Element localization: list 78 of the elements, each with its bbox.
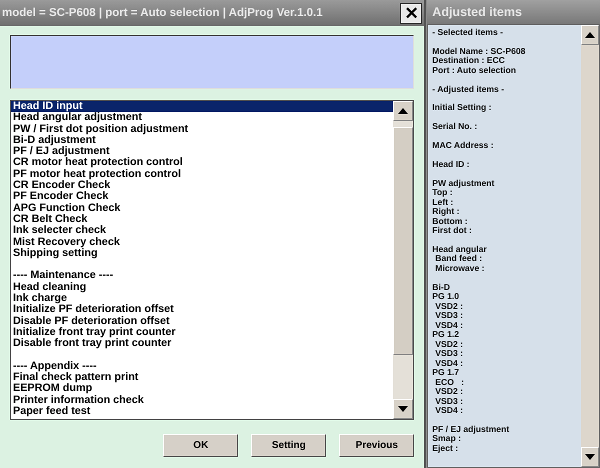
scroll-down-button[interactable] — [393, 399, 414, 419]
list-heading: ---- Appendix ---- — [12, 360, 98, 372]
list-item[interactable]: Mist Recovery check — [11, 236, 394, 248]
info-line: Band feed : — [434, 254, 482, 264]
up-arrow-icon — [585, 32, 595, 38]
scroll-up-button[interactable] — [393, 101, 414, 121]
info-line: MAC Address : — [432, 140, 495, 150]
scroll-thumb[interactable] — [393, 127, 414, 355]
dialog-button[interactable]: Previous — [339, 434, 414, 457]
info-line: VSD2 : — [434, 387, 464, 397]
info-line: PG 1.7 — [432, 368, 460, 378]
down-arrow-icon — [398, 406, 408, 412]
close-button[interactable]: ✕ — [400, 2, 422, 24]
info-line: Eject : — [432, 444, 460, 454]
info-line: Bottom : — [432, 216, 469, 226]
info-line: ECO : — [434, 378, 465, 388]
list-item[interactable]: EEPROM dump — [11, 383, 394, 395]
info-line: VSD3 : — [434, 396, 464, 406]
list-item[interactable]: Printer information check — [11, 394, 394, 406]
panel-title: Adjusted items — [427, 0, 600, 24]
info-line: VSD3 : — [434, 311, 464, 321]
info-line: Head ID : — [432, 160, 471, 170]
up-arrow-icon — [398, 108, 408, 114]
info-line: Serial No. : — [432, 122, 478, 132]
info-line: Destination : ECC — [432, 56, 506, 66]
list-item[interactable]: PF Encoder Check — [11, 191, 394, 203]
info-line: - Selected items - — [432, 28, 504, 38]
list-item[interactable]: CR Belt Check — [11, 214, 394, 226]
info-line: Smap : — [432, 434, 462, 444]
info-line: Port : Auto selection — [432, 66, 518, 76]
info-line: PF / EJ adjustment — [432, 424, 510, 434]
down-arrow-icon — [585, 454, 595, 460]
list-item[interactable]: Paper feed test — [11, 406, 394, 418]
list-item[interactable]: Head angular adjustment — [11, 112, 394, 124]
info-line: PG 1.0 — [432, 292, 460, 302]
list-item[interactable]: PF motor heat protection control — [11, 168, 394, 180]
list-item[interactable]: APG Function Check — [11, 202, 394, 214]
list-item[interactable]: PF / EJ adjustment — [11, 146, 394, 158]
list-item[interactable]: CR motor heat protection control — [11, 157, 394, 169]
list-item[interactable]: Initialize front tray print counter — [11, 326, 394, 338]
list-item[interactable]: Bi-D adjustment — [11, 134, 394, 146]
info-line: Bi-D — [432, 282, 451, 292]
dialog-button[interactable]: Setting — [251, 434, 326, 457]
info-line: Right : — [432, 207, 461, 217]
list-item[interactable]: Disable front tray print counter — [11, 338, 394, 350]
list-item[interactable]: Head ID input — [11, 101, 394, 112]
info-line: VSD4 : — [434, 320, 464, 330]
list-item[interactable]: Ink selecter check — [11, 225, 394, 237]
list-item[interactable]: Head cleaning — [11, 282, 394, 294]
list-heading: ---- Maintenance ---- — [12, 270, 114, 282]
list-item[interactable]: Final check pattern print — [11, 372, 394, 384]
info-line: VSD2 : — [434, 340, 464, 350]
info-line: PG 1.2 — [432, 330, 460, 340]
info-line: Left : — [432, 198, 454, 208]
scrollbar[interactable] — [581, 25, 599, 467]
list-item[interactable]: Ink charge — [11, 293, 394, 304]
info-line: VSD4 : — [434, 406, 464, 416]
scrollbar[interactable] — [393, 101, 414, 419]
info-line: Top : — [432, 188, 453, 198]
info-line: First dot : — [432, 226, 473, 236]
info-line: Head angular — [432, 244, 488, 254]
scroll-down-button[interactable] — [581, 447, 599, 467]
list-item[interactable]: CR Encoder Check — [11, 180, 394, 192]
info-line: PW adjustment — [432, 178, 496, 188]
dialog-button[interactable]: OK — [163, 434, 238, 457]
info-line: - Adjusted items - — [432, 84, 506, 94]
info-line: VSD4 : — [434, 358, 464, 368]
list-item[interactable]: PW / First dot position adjustment — [11, 124, 394, 135]
info-line: VSD3 : — [434, 349, 464, 359]
info-line: Initial Setting : — [432, 103, 492, 113]
scroll-up-button[interactable] — [581, 25, 599, 45]
window-title: model = SC-P608 | port = Auto selection | AdjProg Ver.1.0.1 — [2, 7, 323, 19]
list-item[interactable]: Initialize PF deterioration offset — [11, 304, 394, 316]
info-line: VSD2 : — [434, 302, 464, 312]
list-item[interactable]: Disable PF deterioration offset — [11, 316, 394, 327]
info-line: Model Name : SC-P608 — [432, 46, 526, 56]
list-item[interactable]: Shipping setting — [11, 248, 394, 260]
info-line: Microwave : — [434, 264, 486, 274]
